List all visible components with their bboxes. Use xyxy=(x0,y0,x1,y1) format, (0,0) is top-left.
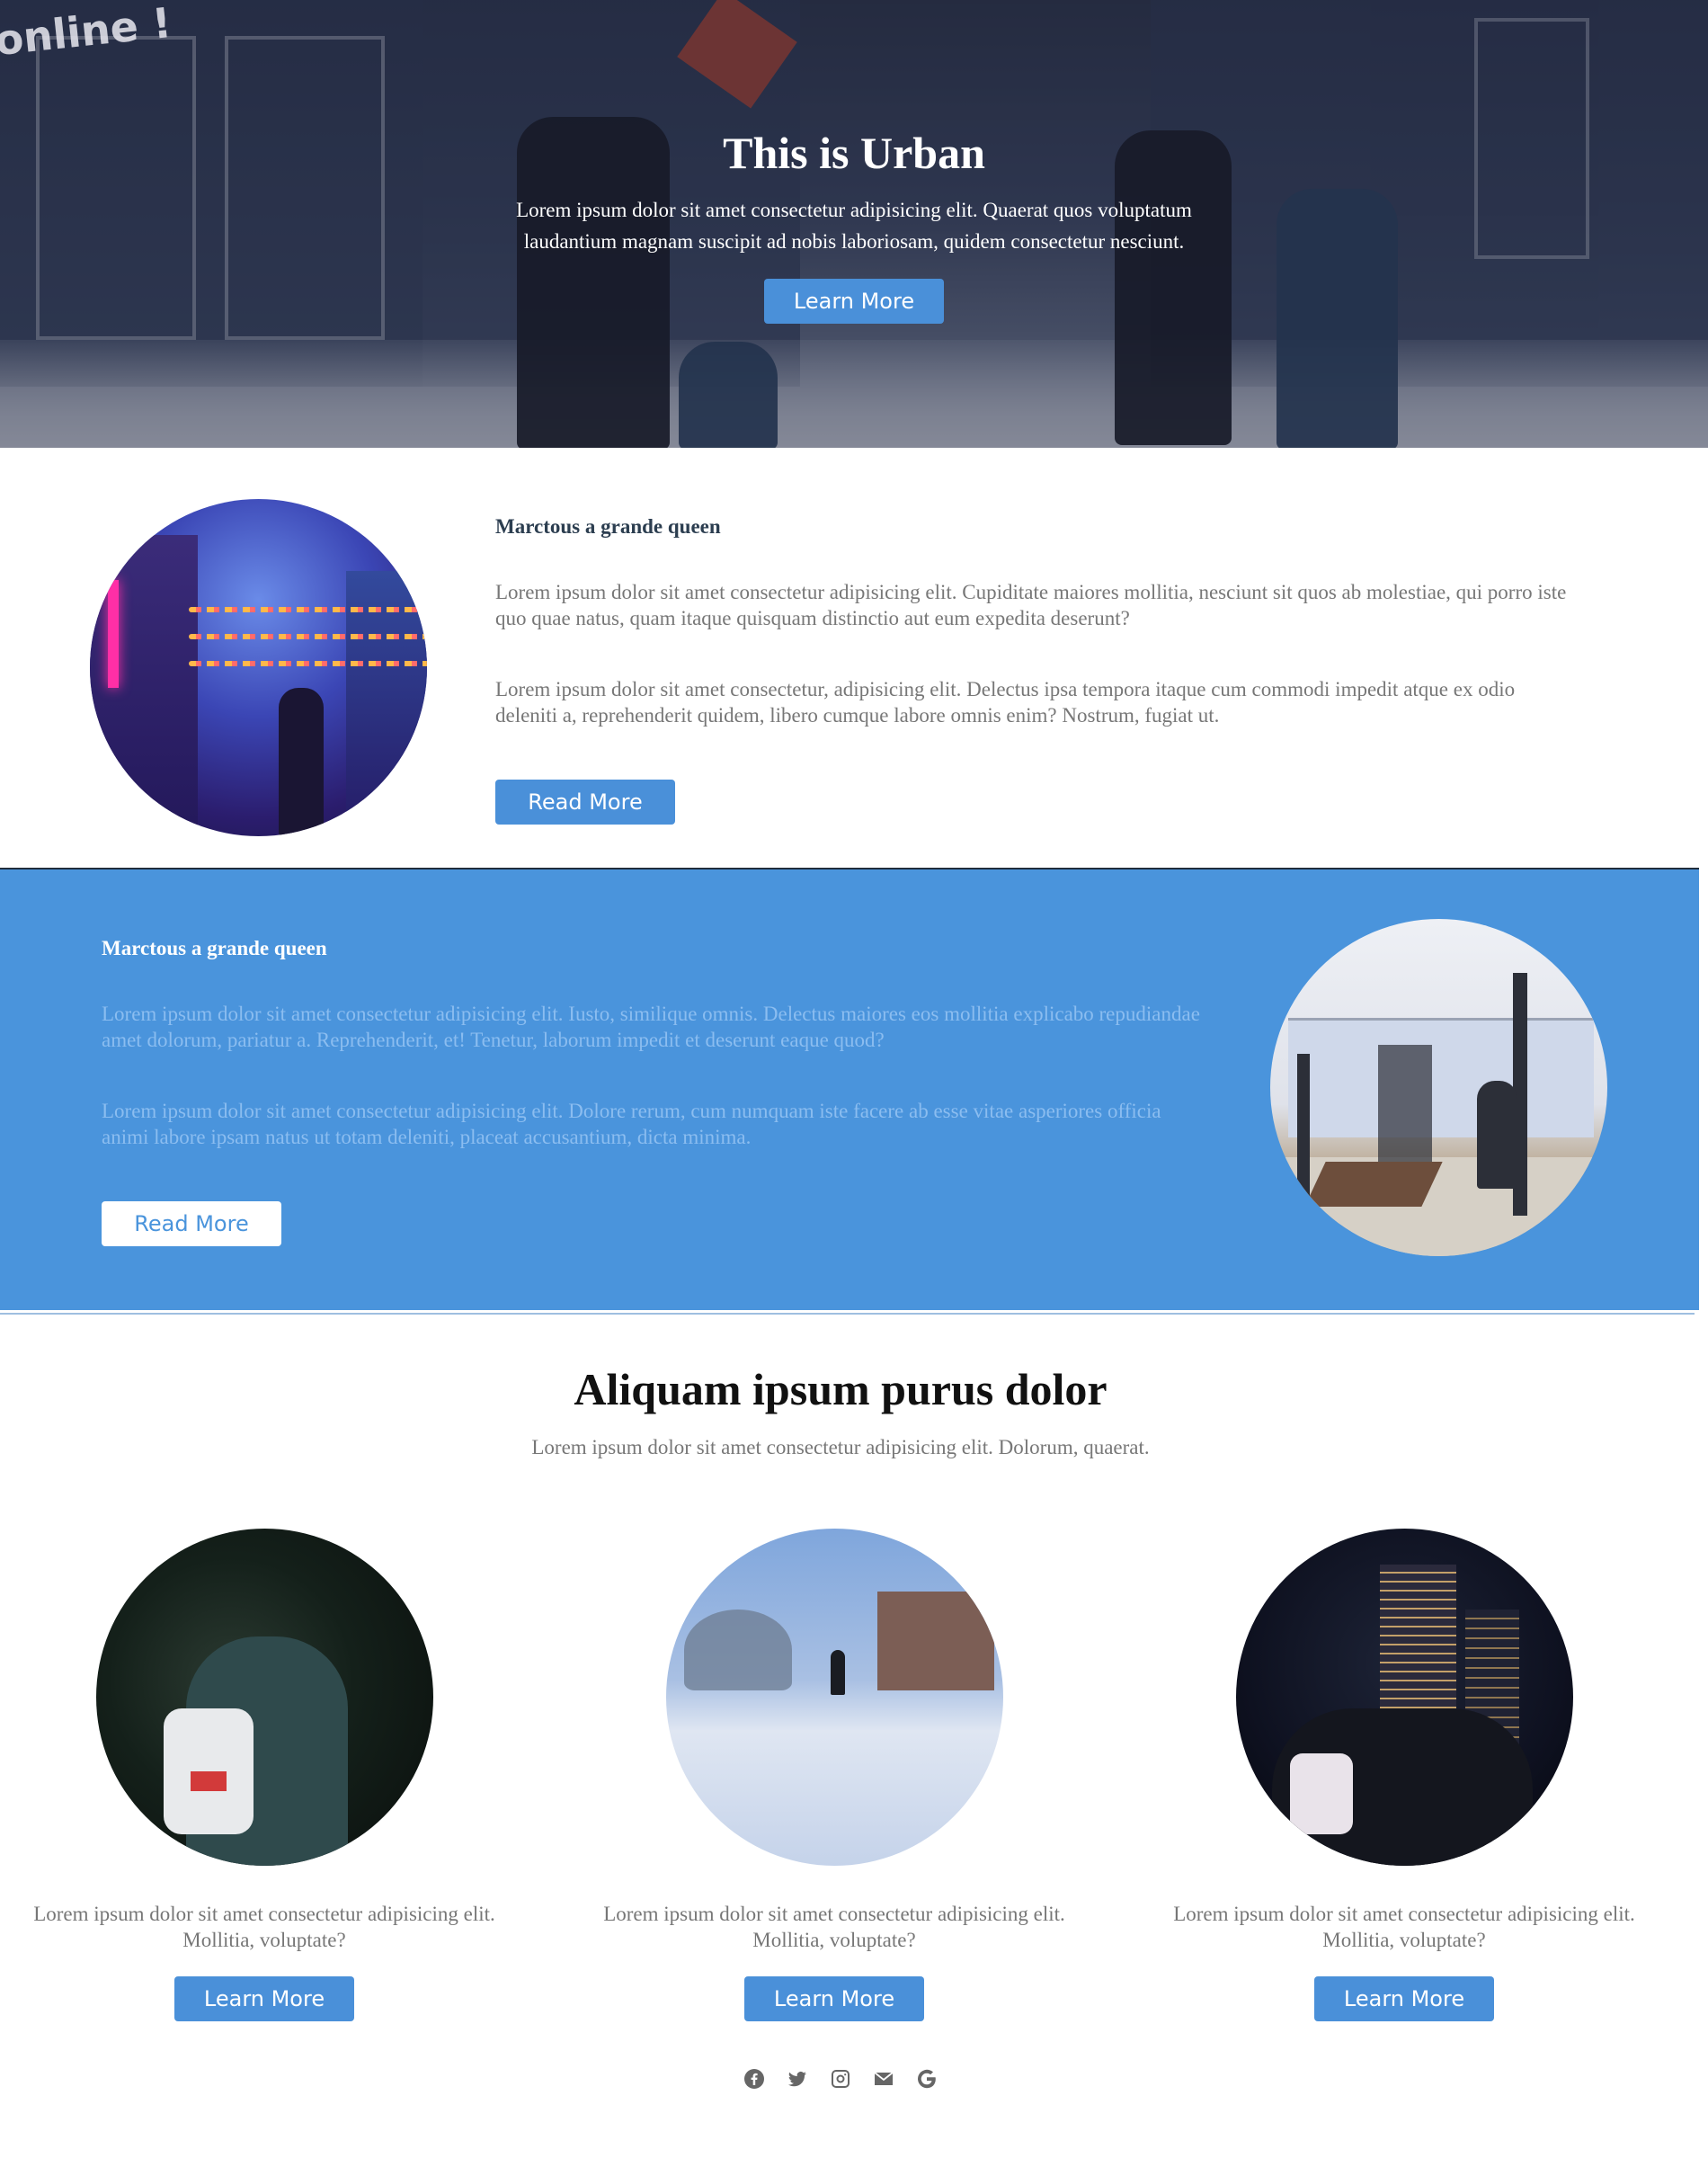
feature2-image-gym xyxy=(1270,919,1607,1256)
image-gym-mat xyxy=(1304,1162,1443,1207)
image-string-lights xyxy=(189,634,427,639)
card3-learn-more-button[interactable]: Learn More xyxy=(1314,1976,1494,2021)
image-backpack-tag xyxy=(190,1771,227,1791)
feature1-heading: Marctous a grande queen xyxy=(495,515,721,538)
hero-learn-more-button[interactable]: Learn More xyxy=(764,279,944,324)
card-3: Lorem ipsum dolor sit amet consectetur a… xyxy=(1134,1529,1674,2021)
card2-image-snowy-street xyxy=(665,1529,1003,1866)
feature2-paragraph-2: Lorem ipsum dolor sit amet consectetur a… xyxy=(102,1100,1161,1148)
feature2-heading: Marctous a grande queen xyxy=(102,937,327,959)
landing-page: online ! This is Urban Lorem ipsum dolor… xyxy=(0,0,1708,2158)
image-gym-athlete xyxy=(1477,1081,1517,1189)
instagram-icon[interactable] xyxy=(830,2068,851,2090)
feature1-image-night-street xyxy=(90,499,427,836)
hero-banner: online ! This is Urban Lorem ipsum dolor… xyxy=(0,0,1708,448)
feature-section-1: Marctous a grande queen Lorem ipsum dolo… xyxy=(0,448,1708,869)
feature2-read-more-button[interactable]: Read More xyxy=(102,1201,281,1246)
image-gym-window xyxy=(1288,1018,1594,1137)
card3-text: Lorem ipsum dolor sit amet consectetur a… xyxy=(1173,1903,1635,1951)
twitter-icon[interactable] xyxy=(787,2068,808,2090)
card2-text: Lorem ipsum dolor sit amet consectetur a… xyxy=(603,1903,1065,1951)
card1-text: Lorem ipsum dolor sit amet consectetur a… xyxy=(33,1903,495,1951)
image-pedestrian xyxy=(830,1650,845,1695)
image-houses xyxy=(876,1592,994,1690)
feature-section-2: Marctous a grande queen Lorem ipsum dolo… xyxy=(0,868,1699,1310)
image-backpack xyxy=(1289,1753,1353,1834)
image-string-lights xyxy=(189,607,427,612)
feature1-paragraph-1: Lorem ipsum dolor sit amet consectetur a… xyxy=(495,581,1567,629)
hero-text: Lorem ipsum dolor sit amet consectetur a… xyxy=(516,199,1192,253)
card1-learn-more-button[interactable]: Learn More xyxy=(174,1976,354,2021)
feature1-paragraph-2: Lorem ipsum dolor sit amet consectetur, … xyxy=(495,678,1516,727)
image-pedestrian xyxy=(279,688,324,836)
feature1-read-more-button[interactable]: Read More xyxy=(495,780,675,825)
card2-learn-more-button[interactable]: Learn More xyxy=(744,1976,924,2021)
card-2: Lorem ipsum dolor sit amet consectetur a… xyxy=(565,1529,1104,2021)
card-1: Lorem ipsum dolor sit amet consectetur a… xyxy=(0,1529,534,2021)
image-building xyxy=(90,535,198,836)
hero-content: This is Urban Lorem ipsum dolor sit amet… xyxy=(0,119,1708,324)
section-divider xyxy=(0,1313,1695,1315)
section-subtitle: Lorem ipsum dolor sit amet consectetur a… xyxy=(531,1436,1150,1458)
footer-social-icons xyxy=(0,2068,1681,2090)
image-gym-machine xyxy=(1378,1045,1432,1171)
image-gym-machine xyxy=(1297,1054,1310,1198)
google-icon[interactable] xyxy=(916,2068,938,2090)
feature2-text: Marctous a grande queen Lorem ipsum dolo… xyxy=(102,932,1207,1246)
mail-icon[interactable] xyxy=(873,2068,894,2090)
facebook-icon[interactable] xyxy=(743,2068,765,2090)
image-neon-sign xyxy=(108,580,119,688)
card1-image-man-backpack xyxy=(95,1529,433,1866)
section-title: Aliquam ipsum purus dolor xyxy=(574,1364,1108,1414)
card3-image-city-night xyxy=(1235,1529,1573,1866)
feature2-paragraph-1: Lorem ipsum dolor sit amet consectetur a… xyxy=(102,1003,1200,1051)
feature1-text: Marctous a grande queen Lorem ipsum dolo… xyxy=(495,511,1574,825)
image-string-lights xyxy=(189,661,427,666)
image-trees xyxy=(683,1610,792,1690)
hero-title: This is Urban xyxy=(723,128,985,178)
